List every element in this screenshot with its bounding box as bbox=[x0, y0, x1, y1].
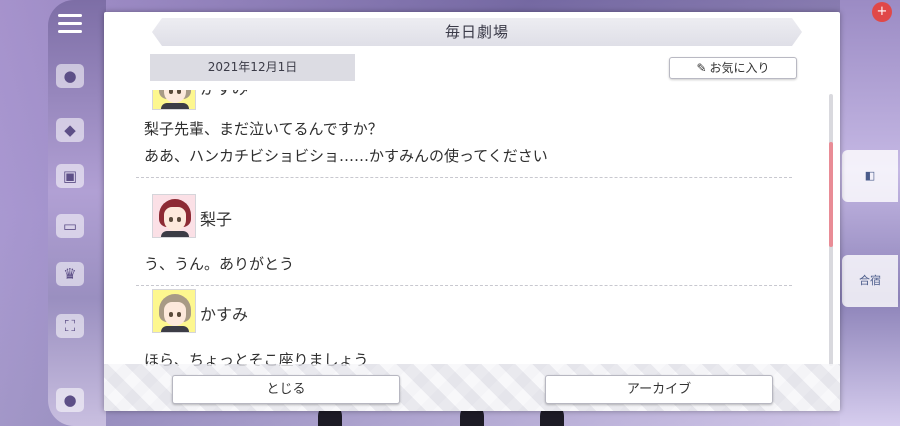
kasumi-avatar bbox=[152, 289, 196, 333]
dialog-footer: とじる アーカイブ bbox=[104, 364, 840, 411]
favorite-label: お気に入り bbox=[709, 61, 770, 75]
camp-button[interactable]: 合宿 bbox=[842, 255, 898, 307]
chat-icon[interactable]: ● bbox=[56, 64, 84, 88]
screen-icon[interactable]: ▭ bbox=[56, 214, 84, 238]
event-icon[interactable]: ◆ bbox=[56, 118, 84, 142]
dialogue-scroll-area[interactable]: かすみ 梨子先輩、まだ泣いてるんですか？ ああ、ハンカチビショビショ……かすみん… bbox=[136, 90, 826, 366]
dialog-title: 毎日劇場 bbox=[152, 18, 802, 46]
hamburger-menu-icon[interactable] bbox=[58, 14, 82, 38]
dialogue-line: 梨子先輩、まだ泣いてるんですか？ bbox=[144, 120, 383, 138]
entry-divider bbox=[136, 285, 792, 286]
close-button[interactable]: とじる bbox=[172, 375, 400, 404]
fullscreen-icon[interactable]: ⛶ bbox=[56, 314, 84, 338]
profile-icon[interactable]: ● bbox=[56, 388, 84, 412]
trophy-icon[interactable]: ♛ bbox=[56, 262, 84, 286]
speaker-name: かすみ bbox=[200, 90, 248, 99]
dialogue-line: ああ、ハンカチビショビショ……かすみんの使ってください bbox=[144, 147, 548, 165]
favorite-button[interactable]: ✎ お気に入り bbox=[669, 57, 797, 79]
entry-divider bbox=[136, 177, 792, 178]
speaker-name: 梨子 bbox=[200, 210, 233, 229]
date-label: 2021年12月1日 bbox=[150, 54, 355, 81]
riko-avatar bbox=[152, 194, 196, 238]
pin-icon: ✎ bbox=[696, 61, 707, 75]
right-menu-icon[interactable]: ◧ bbox=[842, 150, 898, 202]
gift-icon[interactable]: ▣ bbox=[56, 164, 84, 188]
archive-button[interactable]: アーカイブ bbox=[545, 375, 773, 404]
notification-badge: + bbox=[872, 2, 892, 22]
kasumi-avatar bbox=[152, 90, 196, 110]
dialogue-line: う、うん。ありがとう bbox=[144, 255, 295, 273]
scrollbar[interactable] bbox=[829, 94, 833, 366]
scrollbar-thumb[interactable] bbox=[829, 142, 833, 247]
daily-theater-dialog: 毎日劇場 2021年12月1日 ✎お気に入り かすみ 梨子先輩、まだ泣いてるんで… bbox=[104, 12, 840, 411]
right-game-area bbox=[840, 0, 900, 426]
speaker-name: かすみ bbox=[200, 305, 249, 324]
